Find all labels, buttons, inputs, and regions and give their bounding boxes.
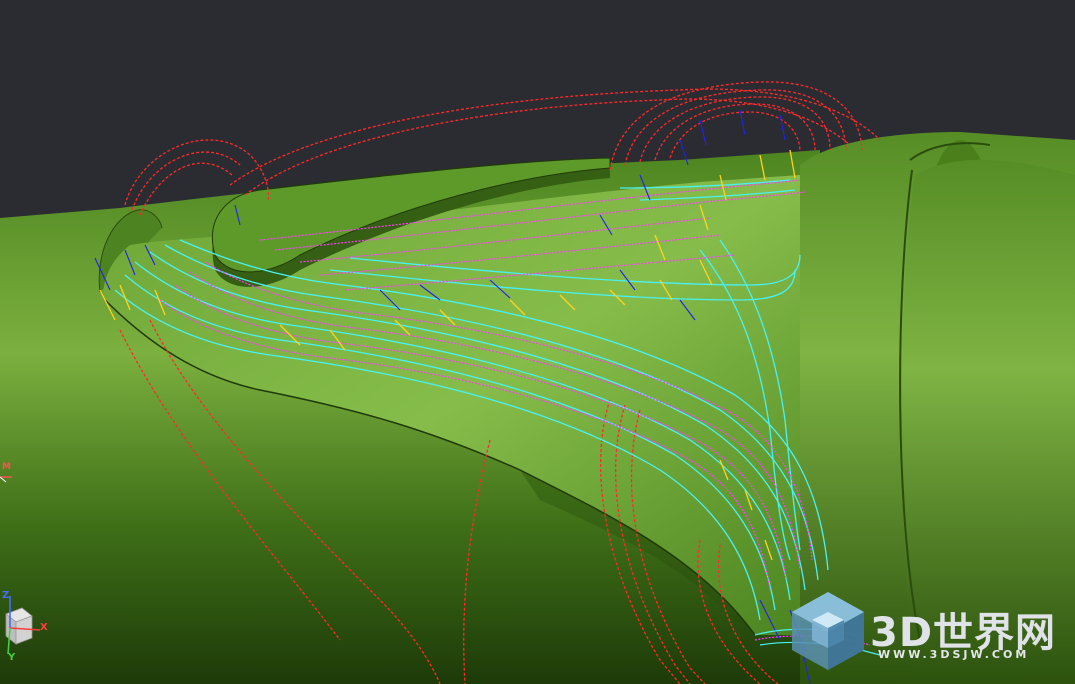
marker-arrow-icon [0,476,12,483]
axis-triad[interactable]: Z X Y [0,590,60,672]
cube-logo-icon [792,592,864,670]
watermark-url: WWW.3DSJW.COM [878,648,1030,661]
graphics-viewport[interactable]: M Z X Y 3D世界网 WWW.3DSJW.COM [0,0,1075,684]
cam-scene[interactable] [0,0,1075,684]
triad-y-label: Y [8,652,16,663]
triad-z-label: Z [2,590,10,601]
view-marker: M [0,462,16,486]
watermark: 3D世界网 WWW.3DSJW.COM [790,590,1075,684]
triad-x-label: X [40,622,48,633]
view-marker-label: M [2,462,11,472]
